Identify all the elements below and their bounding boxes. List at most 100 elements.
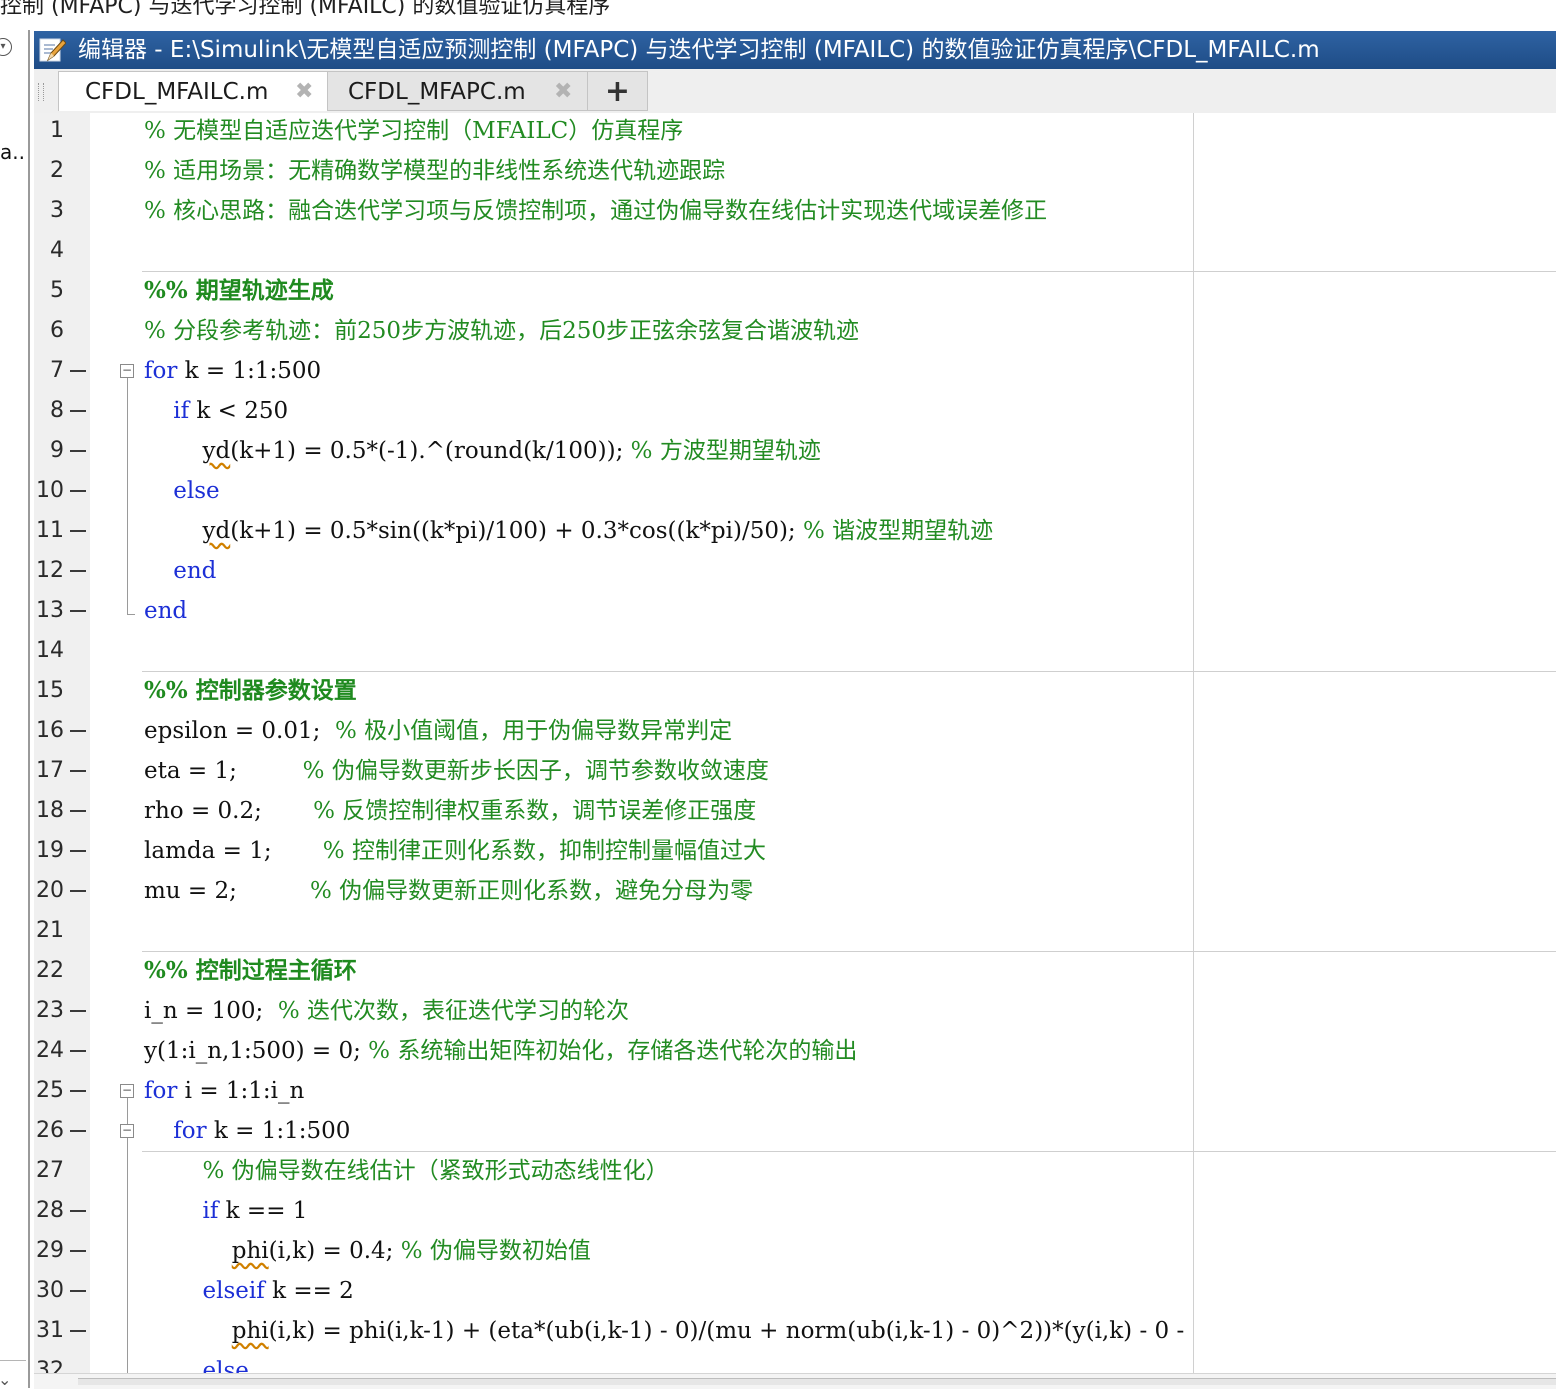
add-tab-button[interactable]: + [588, 71, 648, 111]
line-number[interactable]: 12 [34, 551, 64, 591]
executable-line-marker[interactable] [70, 890, 86, 892]
code-line[interactable]: 10 else [34, 471, 1556, 511]
line-number[interactable]: 17 [34, 751, 64, 791]
code-line[interactable]: 17 eta = 1; % 伪偏导数更新步长因子，调节参数收敛速度 [34, 751, 1556, 791]
tab-bar-grip[interactable] [38, 83, 44, 101]
line-number[interactable]: 9 [34, 431, 64, 471]
line-number[interactable]: 11 [34, 511, 64, 551]
code-token: (i,k) = phi(i,k-1) + (eta*(ub(i,k-1) - 0… [268, 1318, 1185, 1344]
executable-line-marker[interactable] [70, 410, 86, 412]
chevron-down-icon[interactable]: ⌄ [0, 1370, 11, 1389]
executable-line-marker[interactable] [70, 450, 86, 452]
fold-toggle-icon[interactable]: − [120, 364, 134, 378]
code-line[interactable]: 11 yd(k+1) = 0.5*sin((k*pi)/100) + 0.3*c… [34, 511, 1556, 551]
line-number[interactable]: 21 [34, 911, 64, 951]
line-number[interactable]: 7 [34, 351, 64, 391]
line-number[interactable]: 22 [34, 951, 64, 991]
executable-line-marker[interactable] [70, 530, 86, 532]
code-line[interactable]: 1 % 无模型自适应迭代学习控制（MFAILC）仿真程序 [34, 113, 1556, 151]
code-line[interactable]: 4 [34, 231, 1556, 271]
tab-cfdl-mfailc[interactable]: CFDL_MFAILC.m ✖ [58, 71, 328, 111]
code-line[interactable]: 16 epsilon = 0.01; % 极小值阈值，用于伪偏导数异常判定 [34, 711, 1556, 751]
code-line[interactable]: 21 [34, 911, 1556, 951]
line-number[interactable]: 3 [34, 191, 64, 231]
line-number[interactable]: 5 [34, 271, 64, 311]
line-number[interactable]: 26 [34, 1111, 64, 1151]
code-line[interactable]: 30 elseif k == 2 [34, 1271, 1556, 1311]
executable-line-marker[interactable] [70, 1250, 86, 1252]
code-line[interactable]: 29 phi(i,k) = 0.4; % 伪偏导数初始值 [34, 1231, 1556, 1271]
code-line[interactable]: 32 else [34, 1351, 1556, 1373]
code-line[interactable]: 18 rho = 0.2; % 反馈控制律权重系数，调节误差修正强度 [34, 791, 1556, 831]
code-line[interactable]: 26 for k = 1:1:500 [34, 1111, 1556, 1151]
line-number[interactable]: 27 [34, 1151, 64, 1191]
line-number[interactable]: 24 [34, 1031, 64, 1071]
close-icon[interactable]: ✖ [554, 72, 572, 112]
executable-line-marker[interactable] [70, 610, 86, 612]
line-number[interactable]: 16 [34, 711, 64, 751]
code-line[interactable]: 31 phi(i,k) = phi(i,k-1) + (eta*(ub(i,k-… [34, 1311, 1556, 1351]
panel-menu-icon[interactable]: ▾ [0, 38, 12, 56]
code-line[interactable]: 14 [34, 631, 1556, 671]
executable-line-marker[interactable] [70, 730, 86, 732]
code-line[interactable]: 22 %% 控制过程主循环 [34, 951, 1556, 991]
tab-cfdl-mfapc[interactable]: CFDL_MFAPC.m ✖ [328, 71, 588, 111]
executable-line-marker[interactable] [70, 1050, 86, 1052]
close-icon[interactable]: ✖ [295, 72, 313, 112]
line-number[interactable]: 10 [34, 471, 64, 511]
horizontal-scrollbar[interactable] [34, 1373, 1556, 1389]
code-line[interactable]: 9 yd(k+1) = 0.5*(-1).^(round(k/100)); % … [34, 431, 1556, 471]
line-number[interactable]: 32 [34, 1351, 64, 1373]
code-line[interactable]: 28 if k == 1 [34, 1191, 1556, 1231]
fold-toggle-icon[interactable]: − [120, 1124, 134, 1138]
line-number[interactable]: 25 [34, 1071, 64, 1111]
code-editor[interactable]: 1 % 无模型自适应迭代学习控制（MFAILC）仿真程序 2 % 适用场景：无精确数学… [34, 113, 1556, 1373]
line-number[interactable]: 30 [34, 1271, 64, 1311]
left-collapsed-panel[interactable]: ▾ a.. ⌄ [0, 30, 30, 1389]
executable-line-marker[interactable] [70, 810, 86, 812]
code-line[interactable]: 24 y(1:i_n,1:500) = 0; % 系统输出矩阵初始化，存储各迭代轮… [34, 1031, 1556, 1071]
executable-line-marker[interactable] [70, 1330, 86, 1332]
executable-line-marker[interactable] [70, 1010, 86, 1012]
code-line[interactable]: 25 for i = 1:1:i_n [34, 1071, 1556, 1111]
line-number[interactable]: 29 [34, 1231, 64, 1271]
executable-line-marker[interactable] [70, 1130, 86, 1132]
code-line[interactable]: 13 end [34, 591, 1556, 631]
fold-toggle-icon[interactable]: − [120, 1084, 134, 1098]
code-line[interactable]: 12 end [34, 551, 1556, 591]
executable-line-marker[interactable] [70, 490, 86, 492]
code-line[interactable]: 3 % 核心思路：融合迭代学习项与反馈控制项，通过伪偏导数在线估计实现迭代域误差修… [34, 191, 1556, 231]
executable-line-marker[interactable] [70, 770, 86, 772]
executable-line-marker[interactable] [70, 1210, 86, 1212]
code-line[interactable]: 19 lamda = 1; % 控制律正则化系数，抑制控制量幅值过大 [34, 831, 1556, 871]
executable-line-marker[interactable] [70, 370, 86, 372]
line-number[interactable]: 2 [34, 151, 64, 191]
code-line[interactable]: 8 if k < 250 [34, 391, 1556, 431]
executable-line-marker[interactable] [70, 850, 86, 852]
line-number[interactable]: 8 [34, 391, 64, 431]
code-line[interactable]: 27 % 伪偏导数在线估计（紧致形式动态线性化） [34, 1151, 1556, 1191]
code-line[interactable]: 15 %% 控制器参数设置 [34, 671, 1556, 711]
line-number[interactable]: 18 [34, 791, 64, 831]
line-number[interactable]: 1 [34, 113, 64, 151]
code-line[interactable]: 7 for k = 1:1:500 [34, 351, 1556, 391]
executable-line-marker[interactable] [70, 1290, 86, 1292]
line-number[interactable]: 20 [34, 871, 64, 911]
code-line[interactable]: 20 mu = 2; % 伪偏导数更新正则化系数，避免分母为零 [34, 871, 1556, 911]
line-number[interactable]: 23 [34, 991, 64, 1031]
executable-line-marker[interactable] [70, 570, 86, 572]
line-number[interactable]: 14 [34, 631, 64, 671]
line-number[interactable]: 4 [34, 231, 64, 271]
line-number[interactable]: 31 [34, 1311, 64, 1351]
executable-line-marker[interactable] [70, 1090, 86, 1092]
line-number[interactable]: 15 [34, 671, 64, 711]
scrollbar-track[interactable] [78, 1378, 1556, 1385]
line-number[interactable]: 6 [34, 311, 64, 351]
line-number[interactable]: 28 [34, 1191, 64, 1231]
code-line[interactable]: 5 %% 期望轨迹生成 [34, 271, 1556, 311]
line-number[interactable]: 13 [34, 591, 64, 631]
code-line[interactable]: 2 % 适用场景：无精确数学模型的非线性系统迭代轨迹跟踪 [34, 151, 1556, 191]
line-number[interactable]: 19 [34, 831, 64, 871]
code-line[interactable]: 6 % 分段参考轨迹：前250步方波轨迹，后250步正弦余弦复合谐波轨迹 [34, 311, 1556, 351]
code-line[interactable]: 23 i_n = 100; % 迭代次数，表征迭代学习的轮次 [34, 991, 1556, 1031]
